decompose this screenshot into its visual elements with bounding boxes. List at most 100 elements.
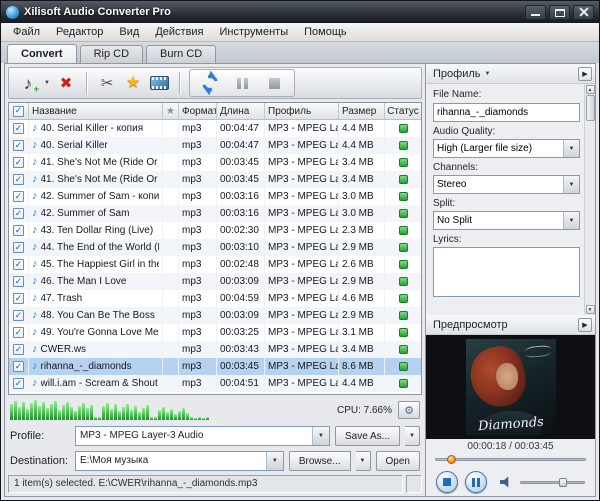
table-row[interactable]: ✓ ♪ 46. The Man I Love mp3 00:03:09 MP3 … [9, 273, 421, 290]
menu-tools[interactable]: Инструменты [212, 24, 297, 40]
row-rating-cell[interactable] [163, 358, 179, 375]
header-status[interactable]: Статус [385, 103, 421, 119]
row-checkbox[interactable]: ✓ [13, 225, 24, 236]
video-clip-button[interactable] [147, 70, 171, 96]
convert-button[interactable] [198, 70, 222, 96]
row-checkbox[interactable]: ✓ [13, 242, 24, 253]
remove-files-button[interactable]: ✖ [54, 70, 78, 96]
row-checkbox[interactable]: ✓ [13, 310, 24, 321]
channels-dropdown-button[interactable]: ▼ [563, 176, 579, 193]
preview-stop-button[interactable] [436, 471, 458, 493]
table-row[interactable]: ✓ ♪ 42. Summer of Sam mp3 00:03:16 MP3 -… [9, 205, 421, 222]
row-rating-cell[interactable] [163, 341, 179, 358]
row-rating-cell[interactable] [163, 256, 179, 273]
close-button[interactable] [573, 5, 594, 20]
add-files-dropdown-button[interactable]: ▼ [41, 70, 53, 96]
file-name-input[interactable] [433, 103, 580, 122]
pause-button[interactable] [230, 70, 254, 96]
row-rating-cell[interactable] [163, 205, 179, 222]
destination-dropdown-button[interactable]: ▼ [266, 452, 283, 470]
settings-button[interactable]: ⚙ [398, 401, 420, 419]
header-format[interactable]: Формат [179, 103, 217, 119]
volume-slider[interactable] [520, 476, 585, 488]
split-dropdown-button[interactable]: ▼ [563, 212, 579, 229]
table-row[interactable]: ✓ ♪ 40. Serial Killer mp3 00:04:47 MP3 -… [9, 137, 421, 154]
save-as-button[interactable]: Save As... [335, 426, 400, 446]
open-button[interactable]: Open [376, 451, 420, 471]
row-rating-cell[interactable] [163, 137, 179, 154]
row-rating-cell[interactable] [163, 307, 179, 324]
table-row[interactable]: ✓ ♪ 47. Trash mp3 00:04:59 MP3 - MPEG La… [9, 290, 421, 307]
menu-actions[interactable]: Действия [147, 24, 211, 40]
table-row[interactable]: ✓ ♪ rihanna_-_diamonds mp3 00:03:45 MP3 … [9, 358, 421, 375]
maximize-button[interactable] [549, 5, 570, 20]
table-row[interactable]: ✓ ♪ 49. You're Gonna Love Me mp3 00:03:2… [9, 324, 421, 341]
row-rating-cell[interactable] [163, 188, 179, 205]
table-row[interactable]: ✓ ♪ 41. She's Not Me (Ride Or Die... mp3… [9, 171, 421, 188]
header-profile[interactable]: Профиль [265, 103, 339, 119]
row-checkbox[interactable]: ✓ [13, 157, 24, 168]
row-rating-cell[interactable] [163, 273, 179, 290]
channels-select[interactable]: Stereo ▼ [433, 175, 580, 194]
row-checkbox[interactable]: ✓ [13, 259, 24, 270]
row-rating-cell[interactable] [163, 375, 179, 392]
browse-dropdown-button[interactable]: ▼ [356, 451, 371, 471]
collapse-profile-panel-button[interactable]: ▶ [578, 67, 592, 81]
destination-combobox[interactable]: E:\Моя музыка ▼ [75, 451, 284, 471]
clip-button[interactable]: ✂ [95, 70, 119, 96]
row-checkbox[interactable]: ✓ [13, 174, 24, 185]
seek-handle[interactable] [447, 455, 456, 464]
audio-quality-select[interactable]: High (Larger file size) ▼ [433, 139, 580, 158]
minimize-button[interactable] [525, 5, 546, 20]
collapse-preview-panel-button[interactable]: ▶ [578, 318, 592, 332]
audio-quality-dropdown-button[interactable]: ▼ [563, 140, 579, 157]
lyrics-textarea[interactable] [433, 247, 580, 297]
table-row[interactable]: ✓ ♪ CWER.ws mp3 00:03:43 MP3 - MPEG Laye… [9, 341, 421, 358]
scroll-up-button[interactable]: ▲ [586, 85, 595, 94]
add-files-button[interactable]: ♪ + [16, 70, 40, 96]
row-rating-cell[interactable] [163, 154, 179, 171]
row-checkbox[interactable]: ✓ [13, 191, 24, 202]
header-length[interactable]: Длина [217, 103, 265, 119]
menu-file[interactable]: Файл [5, 24, 48, 40]
row-rating-cell[interactable] [163, 171, 179, 188]
table-row[interactable]: ✓ ♪ will.i.am - Scream & Shout ft... mp3… [9, 375, 421, 392]
tab-burn-cd[interactable]: Burn CD [146, 45, 216, 63]
row-checkbox[interactable]: ✓ [13, 208, 24, 219]
row-checkbox[interactable]: ✓ [13, 344, 24, 355]
header-name[interactable]: Название [29, 103, 163, 119]
row-checkbox[interactable]: ✓ [13, 276, 24, 287]
scroll-down-button[interactable]: ▼ [586, 305, 595, 314]
profile-dropdown-button[interactable]: ▼ [312, 427, 329, 445]
table-row[interactable]: ✓ ♪ 40. Serial Killer - копия mp3 00:04:… [9, 120, 421, 137]
table-row[interactable]: ✓ ♪ 43. Ten Dollar Ring (Live) mp3 00:02… [9, 222, 421, 239]
table-row[interactable]: ✓ ♪ 42. Summer of Sam - копия mp3 00:03:… [9, 188, 421, 205]
row-checkbox[interactable]: ✓ [13, 293, 24, 304]
tab-convert[interactable]: Convert [7, 44, 77, 63]
effects-button[interactable]: ★ [121, 70, 145, 96]
scrollbar-thumb[interactable] [586, 95, 595, 121]
table-row[interactable]: ✓ ♪ 48. You Can Be The Boss mp3 00:03:09… [9, 307, 421, 324]
row-rating-cell[interactable] [163, 290, 179, 307]
table-row[interactable]: ✓ ♪ 41. She's Not Me (Ride Or Die... mp3… [9, 154, 421, 171]
row-rating-cell[interactable] [163, 239, 179, 256]
table-row[interactable]: ✓ ♪ 45. The Happiest Girl in the ... mp3… [9, 256, 421, 273]
row-checkbox[interactable]: ✓ [13, 327, 24, 338]
row-checkbox[interactable]: ✓ [13, 378, 24, 389]
header-rating[interactable]: ★ [163, 103, 179, 119]
row-checkbox[interactable]: ✓ [13, 123, 24, 134]
save-as-dropdown-button[interactable]: ▼ [405, 426, 420, 446]
row-rating-cell[interactable] [163, 324, 179, 341]
stop-button[interactable] [262, 70, 286, 96]
split-select[interactable]: No Split ▼ [433, 211, 580, 230]
row-checkbox[interactable]: ✓ [13, 361, 24, 372]
preview-pause-button[interactable] [465, 471, 487, 493]
profile-combobox[interactable]: MP3 - MPEG Layer-3 Audio ▼ [75, 426, 330, 446]
table-row[interactable]: ✓ ♪ 44. The End of the World (Live) mp3 … [9, 239, 421, 256]
header-select-all[interactable]: ✓ [9, 103, 29, 119]
seek-track[interactable] [435, 458, 586, 461]
select-all-checkbox[interactable]: ✓ [13, 106, 24, 117]
menu-view[interactable]: Вид [111, 24, 147, 40]
browse-button[interactable]: Browse... [289, 451, 351, 471]
header-size[interactable]: Размер [339, 103, 385, 119]
